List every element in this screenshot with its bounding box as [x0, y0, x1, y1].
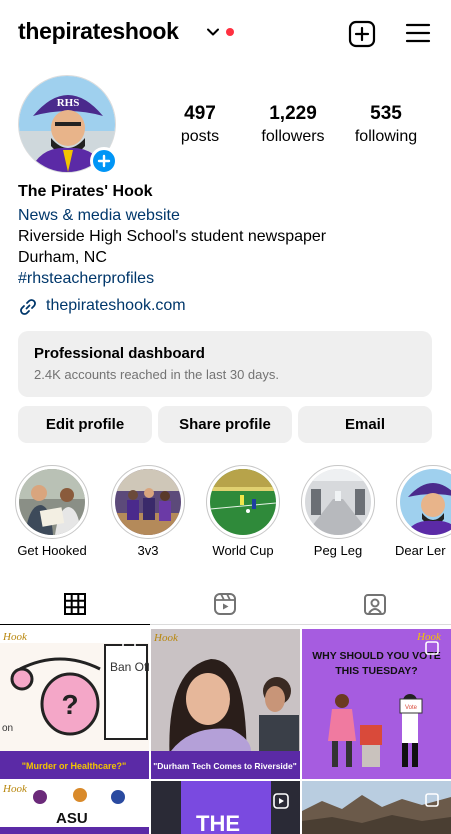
edit-profile-button[interactable]: Edit profile [18, 406, 152, 443]
stat-followers[interactable]: 1,229 followers [245, 103, 341, 146]
post-logo: Hook [2, 783, 28, 795]
highlight-photo [19, 469, 85, 535]
stat-following[interactable]: 535 following [338, 103, 434, 146]
highlight-label: Peg Leg [313, 543, 363, 558]
stat-posts[interactable]: 497 posts [152, 103, 248, 146]
highlight-label: Dear Ler [395, 543, 446, 558]
reels-tab-icon[interactable] [213, 592, 237, 616]
post-logo: Hook [153, 632, 179, 644]
tagged-tab-icon[interactable] [363, 592, 387, 616]
highlight-photo [210, 469, 276, 535]
post-image: Hook ASU [0, 781, 149, 834]
username-title[interactable]: thepirateshook [18, 18, 179, 45]
post-text: ASU [56, 810, 88, 827]
plus-icon [97, 154, 111, 168]
notification-dot [226, 28, 234, 36]
post-text: THE [196, 811, 240, 834]
active-tab-indicator [0, 624, 150, 625]
post-side-text: Ban Off My Body [110, 660, 149, 674]
highlight-label: Get Hooked [17, 543, 87, 558]
post-tile[interactable]: Hook "Durham Tech Comes to Riverside" [151, 629, 300, 779]
carousel-icon [425, 793, 439, 807]
bio-line: Durham, NC [18, 249, 107, 266]
svg-text:?: ? [61, 689, 78, 720]
stat-posts-count: 497 [184, 103, 216, 124]
dashboard-title: Professional dashboard [34, 345, 205, 362]
post-image [302, 781, 451, 834]
reel-icon [273, 793, 289, 809]
post-caption: "Durham Tech Comes to Riverside" [153, 761, 296, 771]
post-sign: Vote [405, 705, 418, 711]
bio-hashtag[interactable]: #rhsteacherprofiles [18, 270, 154, 288]
stat-followers-count: 1,229 [269, 103, 317, 124]
grid-tab-icon[interactable] [63, 592, 87, 616]
stat-following-count: 535 [370, 103, 402, 124]
professional-dashboard[interactable]: Professional dashboard 2.4K accounts rea… [18, 331, 432, 397]
highlight-world-cup[interactable] [206, 465, 280, 539]
highlight-get-hooked[interactable] [15, 465, 89, 539]
post-tile[interactable]: Hook ? Ban Off My Body on "Murder or Hea… [0, 629, 149, 779]
carousel-icon [122, 641, 136, 655]
highlight-photo [115, 469, 181, 535]
highlight-photo [305, 469, 371, 535]
avatar-text: RHS [57, 97, 80, 109]
highlight-peg-leg[interactable] [301, 465, 375, 539]
profile-link[interactable]: thepirateshook.com [46, 297, 186, 315]
post-tile[interactable]: Hook ASU [0, 781, 149, 834]
chevron-down-icon[interactable] [205, 24, 221, 40]
post-caption: "Murder or Healthcare?" [22, 761, 127, 771]
profile-category[interactable]: News & media website [18, 207, 180, 225]
stat-followers-label: followers [261, 128, 325, 145]
link-icon [20, 299, 36, 315]
tab-divider [150, 624, 451, 625]
create-post-icon[interactable] [348, 20, 376, 48]
post-headline: WHY SHOULD YOU VOTE THIS TUESDAY? [312, 650, 441, 677]
highlight-photo [400, 469, 451, 535]
profile-name: The Pirates' Hook [18, 183, 153, 200]
post-tile[interactable] [302, 781, 451, 834]
bio-line: Riverside High School's student newspape… [18, 228, 327, 245]
post-edge-text: on [2, 723, 13, 734]
stat-posts-label: posts [180, 128, 220, 145]
menu-icon[interactable] [405, 21, 431, 45]
dashboard-subtitle: 2.4K accounts reached in the last 30 day… [34, 367, 279, 382]
post-logo: Hook [2, 631, 28, 643]
post-tile[interactable]: Hook WHY SHOULD YOU VOTE THIS TUESDAY? V… [302, 629, 451, 779]
email-button[interactable]: Email [298, 406, 432, 443]
stat-following-label: following [354, 128, 418, 145]
highlight-label: World Cup [212, 543, 274, 558]
share-profile-button[interactable]: Share profile [158, 406, 292, 443]
highlight-3v3[interactable] [111, 465, 185, 539]
highlight-dear-ler[interactable] [396, 465, 451, 539]
carousel-icon [425, 641, 439, 655]
add-story-button[interactable] [90, 147, 118, 175]
post-tile[interactable]: THE [151, 781, 300, 834]
highlight-label: 3v3 [137, 543, 159, 558]
post-image: Hook "Durham Tech Comes to Riverside" [151, 629, 300, 779]
